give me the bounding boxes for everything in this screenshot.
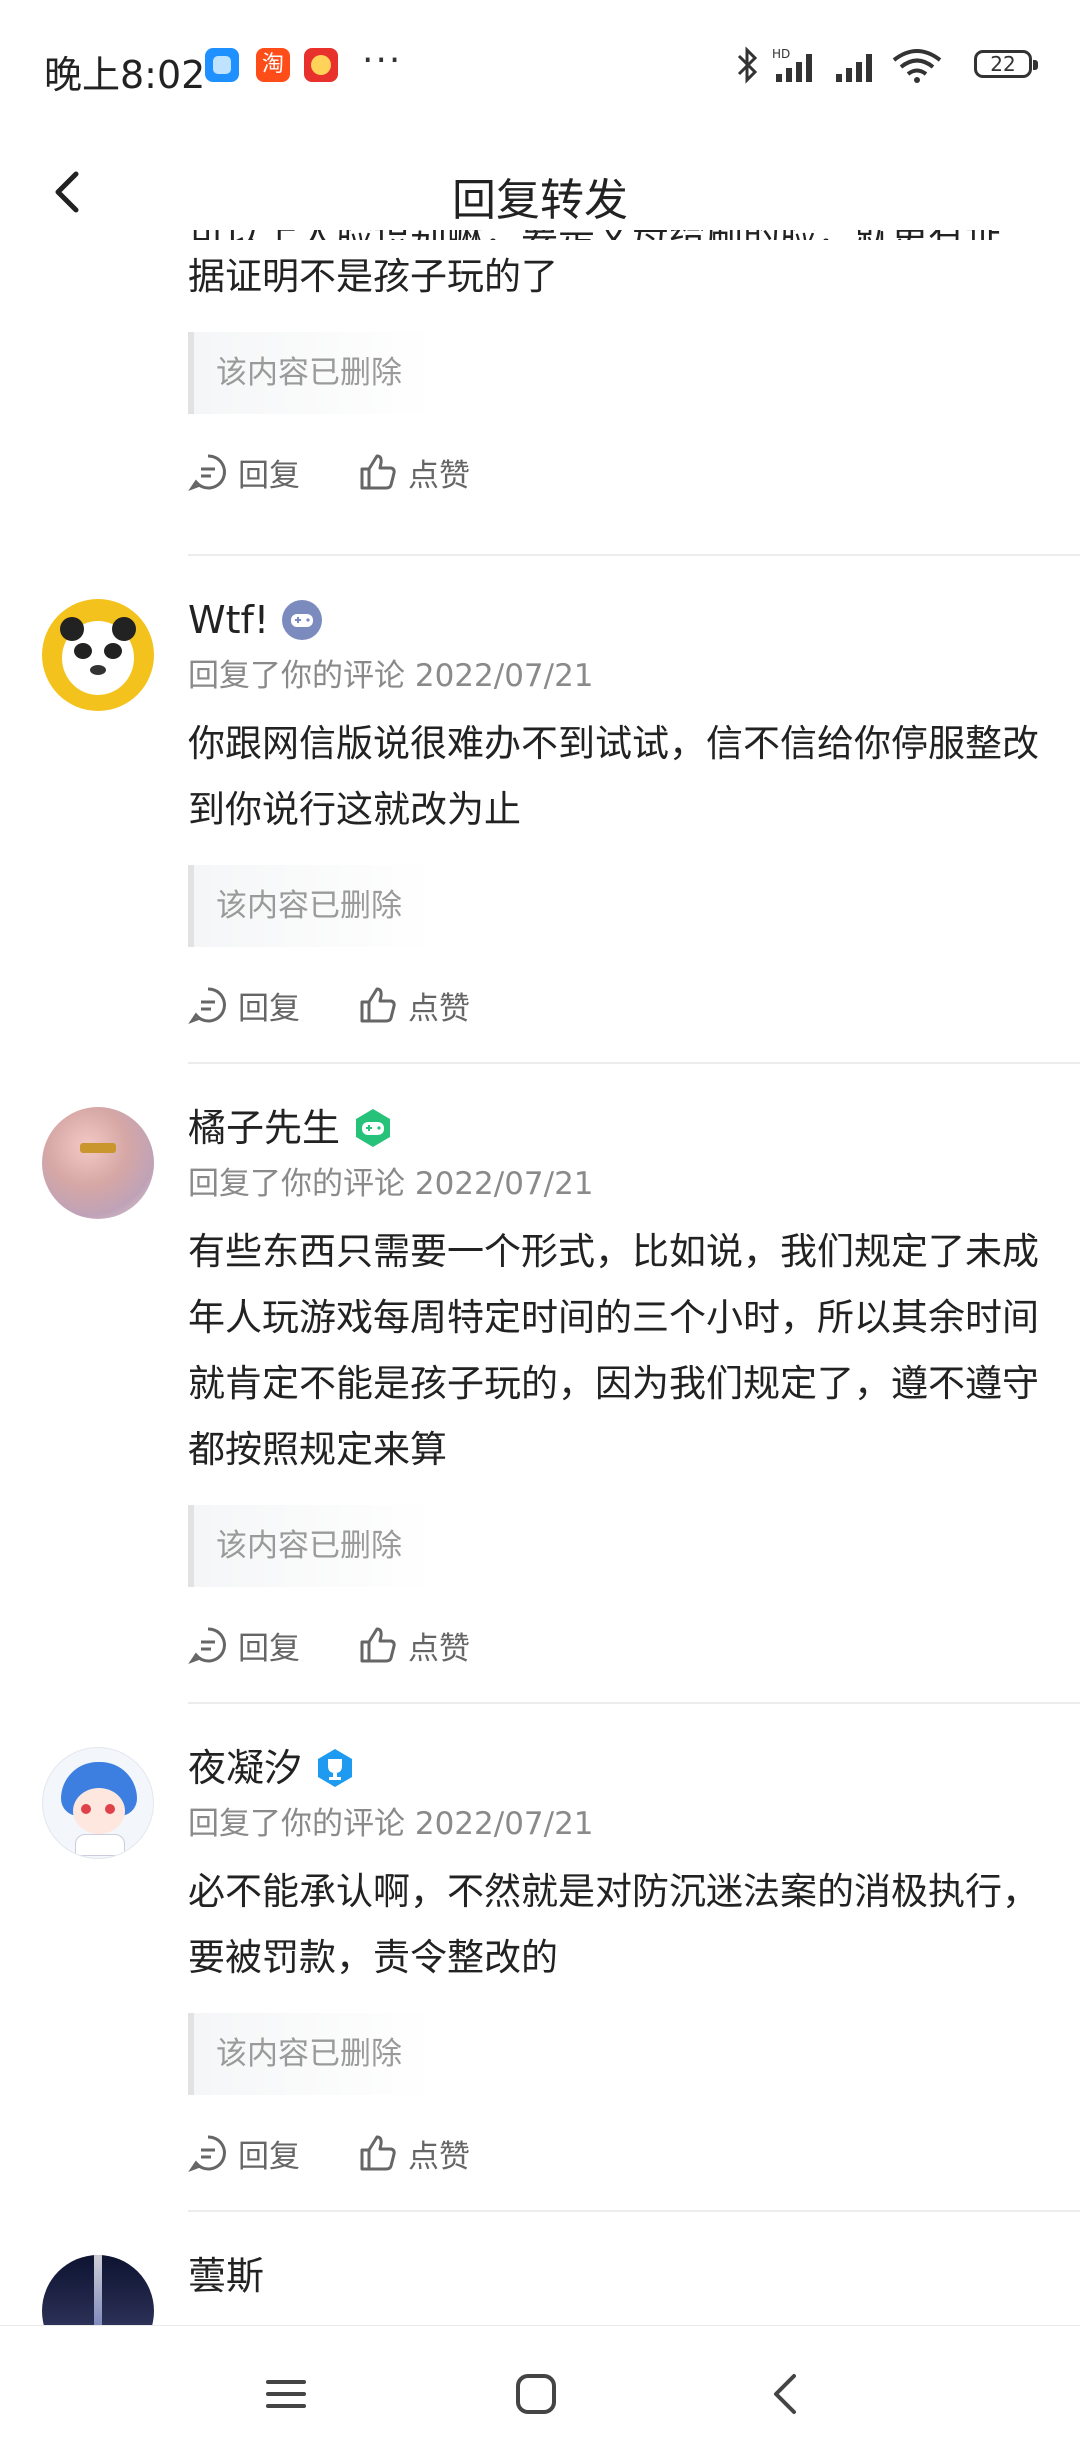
avatar[interactable]: [42, 1747, 154, 1859]
page-title: 回复转发: [452, 175, 628, 226]
comment-meta: 回复了你的评论 2022/07/21: [188, 658, 594, 694]
home-icon[interactable]: [512, 2370, 560, 2418]
comment-item: 夜凝汐 回复了你的评论 2022/07/21 必不能承认啊，不然就是对防沉迷法案…: [0, 1703, 1080, 2212]
avatar[interactable]: [42, 599, 154, 711]
system-navigation-bar: [0, 2325, 1080, 2461]
commenter-name[interactable]: Wtf!: [188, 589, 269, 651]
comment-meta: 回复了你的评论 2022/07/21: [188, 1166, 594, 1202]
status-time: 晚上8:02: [44, 53, 206, 97]
comment-actions: 回复 点赞: [188, 436, 1040, 508]
reply-label: 回复: [238, 1630, 300, 1667]
avatar[interactable]: [42, 1107, 154, 1219]
comment-text: 你跟网信版说很难办不到试试，信不信给你停服整改到你说行这就改为止: [188, 722, 1039, 831]
reply-button[interactable]: 回复: [188, 450, 300, 495]
comment-item: Wtf! 回复了你的评论 2022/07/21 你跟网信版说很难办不到试试，信不…: [0, 555, 1080, 1064]
thumbs-up-icon: [360, 454, 396, 490]
quoted-deleted-content: 该内容已删除: [188, 1505, 436, 1587]
reply-button[interactable]: 回复: [188, 2131, 300, 2176]
wifi-icon: [892, 49, 942, 83]
quoted-deleted-content: 该内容已删除: [188, 2013, 436, 2095]
battery-level: 22: [990, 52, 1016, 76]
game-app-icon: [304, 48, 338, 82]
thumbs-up-icon: [360, 1627, 396, 1663]
like-label: 点赞: [408, 2138, 470, 2175]
comment-text: 据证明不是孩子玩的了: [188, 255, 558, 298]
comment-feed[interactable]: 可以上人脸识别嘛，要是父母给刷的脸，就更有证 据证明不是孩子玩的了 该内容已删除…: [0, 230, 1080, 2325]
like-button[interactable]: 点赞: [358, 983, 470, 1028]
comment-item: 可以上人脸识别嘛，要是父母给刷的脸，就更有证 据证明不是孩子玩的了 该内容已删除…: [0, 230, 1080, 556]
comment-text: 必不能承认啊，不然就是对防沉迷法案的消极执行，要被罚款，责令整改的: [188, 1870, 1039, 1979]
reply-label: 回复: [238, 2138, 300, 2175]
gamepad-badge-icon: [356, 1109, 391, 1147]
quoted-deleted-content: 该内容已删除: [188, 332, 436, 414]
like-button[interactable]: 点赞: [358, 450, 470, 495]
reply-icon: [188, 2135, 226, 2173]
reply-icon: [188, 987, 226, 1025]
comment-text-partial: 可以上人脸识别嘛，要是父母给刷的脸，就更有证: [188, 230, 1040, 240]
like-label: 点赞: [408, 990, 470, 1027]
reply-button[interactable]: 回复: [188, 1623, 300, 1668]
commenter-name[interactable]: 夜凝汐: [188, 1737, 302, 1799]
game-controller-badge-icon: [282, 600, 323, 640]
reply-icon: [188, 454, 226, 492]
signal-hd-icon: HD: [772, 47, 812, 82]
qq-browser-icon: [205, 48, 239, 82]
reply-label: 回复: [238, 990, 300, 1027]
thumbs-up-icon: [360, 2135, 396, 2171]
comment-text: 有些东西只需要一个形式，比如说，我们规定了未成年人玩游戏每周特定时间的三个小时，…: [188, 1230, 1039, 1471]
trophy-badge-icon: [318, 1749, 353, 1787]
avatar[interactable]: [42, 2255, 154, 2325]
menu-icon[interactable]: [262, 2370, 310, 2418]
svg-text:HD: HD: [772, 47, 790, 61]
back-nav-icon[interactable]: [762, 2370, 810, 2418]
signal-icon: [836, 54, 872, 82]
comment-actions: 回复 点赞: [188, 969, 1040, 1041]
more-notifications-icon: ···: [362, 40, 403, 81]
quoted-deleted-content: 该内容已删除: [188, 865, 436, 947]
status-bar: 晚上8:02 淘 ··· HD 22: [0, 0, 1080, 140]
reply-label: 回复: [238, 457, 300, 494]
bluetooth-icon: [737, 46, 758, 84]
comment-meta: 回复了你的评论 2022/07/21: [188, 1806, 594, 1842]
like-button[interactable]: 点赞: [358, 1623, 470, 1668]
like-button[interactable]: 点赞: [358, 2131, 470, 2176]
comment-item: 蕓斯: [0, 2211, 1080, 2325]
comment-item: 橘子先生 回复了你的评论 2022/07/21 有些东西只需要一个形式，比如说，…: [0, 1063, 1080, 1704]
commenter-name[interactable]: 蕓斯: [188, 2245, 264, 2307]
commenter-name[interactable]: 橘子先生: [188, 1097, 340, 1159]
thumbs-up-icon: [360, 987, 396, 1023]
comment-actions: 回复 点赞: [188, 1609, 1040, 1681]
battery-indicator: 22: [974, 50, 1038, 78]
comment-actions: 回复 点赞: [188, 2117, 1040, 2189]
like-label: 点赞: [408, 457, 470, 494]
reply-icon: [188, 1627, 226, 1665]
taobao-icon: 淘: [256, 48, 290, 82]
like-label: 点赞: [408, 1630, 470, 1667]
reply-button[interactable]: 回复: [188, 983, 300, 1028]
